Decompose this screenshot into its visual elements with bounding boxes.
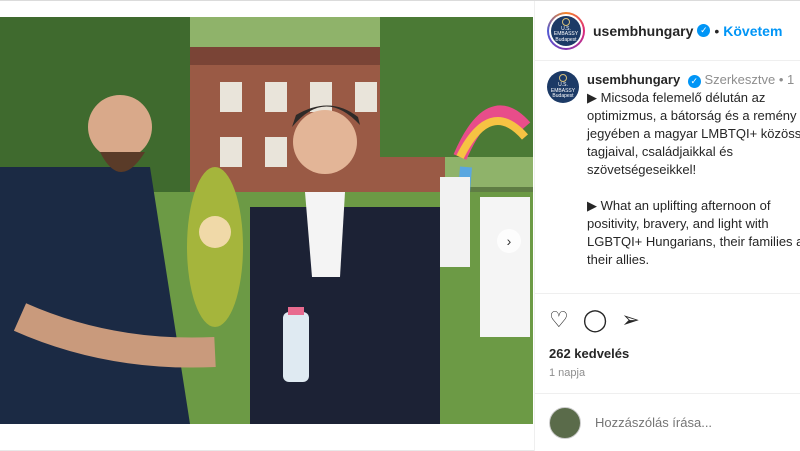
caption-text-hu: ▶ Micsoda felemelő délután az optimizmus… — [587, 90, 800, 177]
caption-text-en: ▶ What an uplifting afternoon of positiv… — [587, 198, 800, 267]
comment-bar — [535, 393, 800, 451]
comment-input[interactable] — [595, 415, 775, 430]
post-header: U.S. EMBASSY Budapest usembhungary ✓ • K… — [535, 1, 800, 61]
username-link[interactable]: usembhungary — [593, 23, 693, 39]
instagram-post-modal: › U.S. EMBASSY Budapest usembhungary ✓ •… — [0, 0, 800, 451]
avatar: U.S. EMBASSY Budapest — [551, 15, 581, 46]
edited-label: Szerkesztve • — [704, 72, 784, 87]
separator: • — [714, 22, 720, 39]
story-ring[interactable]: U.S. EMBASSY Budapest — [547, 11, 585, 50]
likes-count[interactable]: 262 kedvelés — [535, 332, 800, 361]
post-time: 1 napja — [549, 367, 586, 379]
embassy-seal-icon — [562, 17, 570, 26]
caption-time: 1 — [787, 72, 795, 87]
post-actions: ♡ ◯ ➢ 262 kedvelés 1 napja — [535, 293, 800, 379]
avatar — [549, 406, 581, 439]
verified-badge-icon: ✓ — [697, 24, 711, 37]
avatar[interactable]: U.S. EMBASSY Budapest — [547, 71, 579, 103]
heart-icon[interactable]: ♡ — [549, 308, 569, 332]
comment-icon[interactable]: ◯ — [583, 308, 608, 332]
share-icon[interactable]: ➢ — [621, 308, 639, 332]
follow-button[interactable]: Követem — [723, 23, 782, 39]
post-caption: U.S. EMBASSY Budapest usembhungary ✓ Sze… — [547, 71, 800, 269]
embassy-seal-icon — [559, 74, 567, 83]
post-sidebar: U.S. EMBASSY Budapest usembhungary ✓ • K… — [534, 1, 800, 451]
verified-badge-icon: ✓ — [687, 74, 701, 88]
post-photo-illustration — [0, 17, 533, 424]
next-image-button[interactable]: › — [497, 229, 521, 253]
post-photo[interactable]: › — [0, 17, 533, 424]
caption-username[interactable]: usembhungary — [587, 72, 680, 87]
